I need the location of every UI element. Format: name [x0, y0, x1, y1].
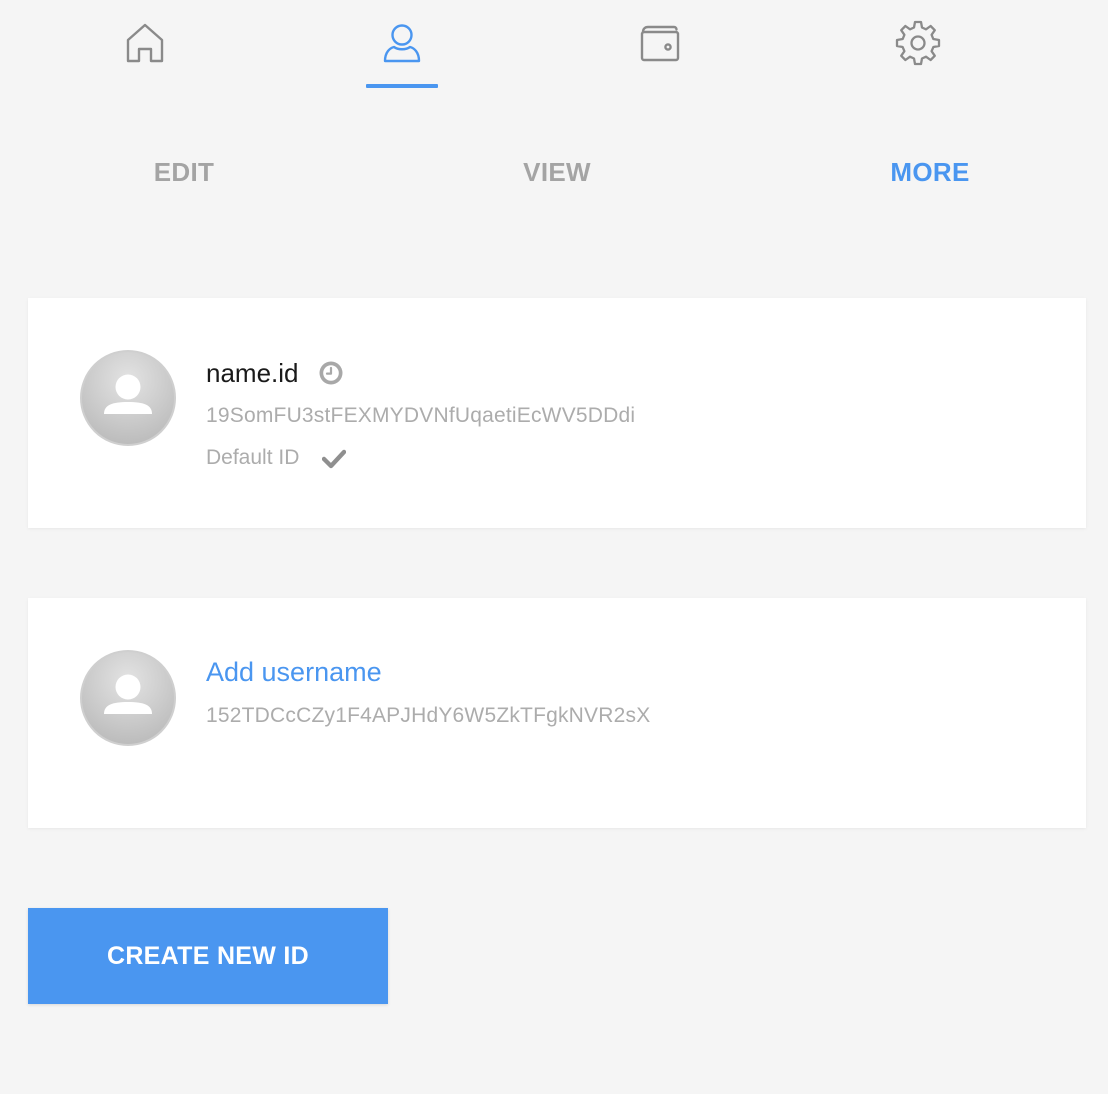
default-id-label: Default ID [206, 446, 300, 469]
active-tab-indicator [366, 84, 438, 88]
wallet-icon [640, 25, 680, 62]
id-address: 152TDCcCZy1F4APJHdY6W5ZkTFgkNVR2sX [206, 704, 651, 727]
id-name: name.id [206, 358, 299, 388]
id-card[interactable]: Add username 152TDCcCZy1F4APJHdY6W5ZkTFg… [28, 598, 1086, 828]
avatar-placeholder-icon [104, 374, 152, 414]
add-username-link[interactable]: Add username [206, 654, 382, 690]
id-card-default[interactable]: name.id 19SomFU3stFEXMYDVNfUqaetiEcWV5DD… [28, 298, 1086, 528]
nav-profile[interactable] [366, 18, 438, 88]
top-nav [0, 0, 1108, 90]
tab-view[interactable]: VIEW [447, 150, 667, 194]
sub-tabs: EDIT VIEW MORE [0, 150, 1108, 194]
profile-page: EDIT VIEW MORE name.id 19SomFU3stFEXMYDV… [0, 0, 1108, 1094]
avatar [80, 650, 176, 746]
avatar [80, 350, 176, 446]
nav-home[interactable] [109, 18, 181, 88]
tab-more[interactable]: MORE [820, 150, 1040, 194]
clock-icon [319, 361, 343, 385]
tab-edit[interactable]: EDIT [74, 150, 294, 194]
id-address: 19SomFU3stFEXMYDVNfUqaetiEcWV5DDdi [206, 404, 636, 427]
create-new-id-button[interactable]: CREATE NEW ID [28, 908, 388, 1004]
nav-settings[interactable] [882, 18, 954, 88]
nav-wallet[interactable] [624, 18, 696, 88]
home-icon [126, 23, 164, 63]
avatar-placeholder-icon [104, 674, 152, 714]
check-icon [322, 449, 346, 469]
gear-icon [895, 20, 941, 66]
user-icon [383, 24, 421, 63]
